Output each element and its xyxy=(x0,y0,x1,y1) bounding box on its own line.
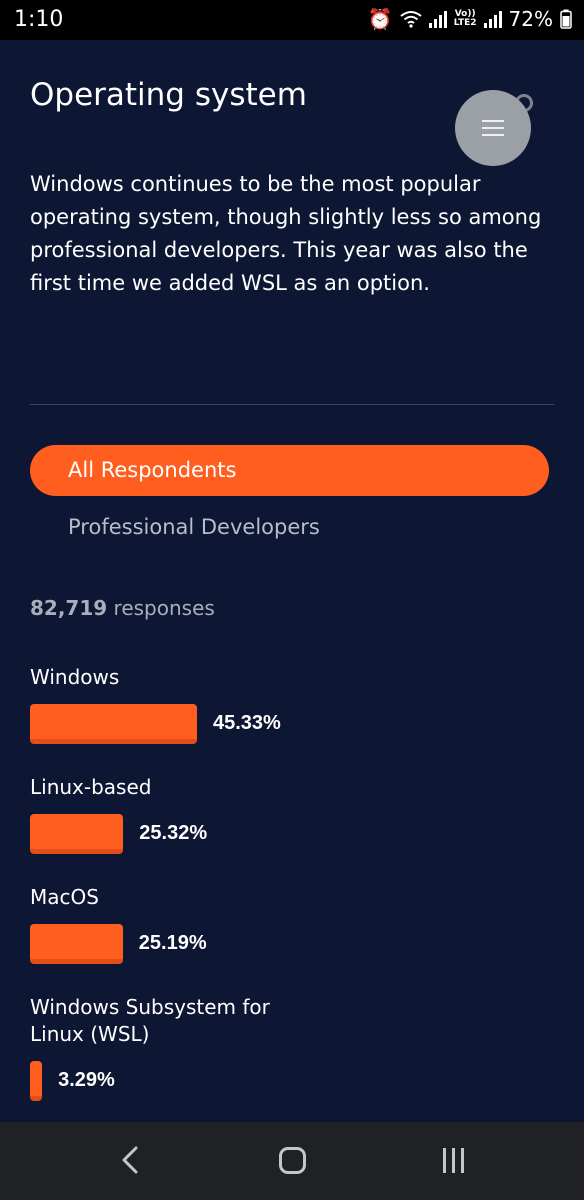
navigation-bar xyxy=(0,1122,584,1200)
bar-row: 25.19% xyxy=(30,924,560,964)
bar-value-label: 3.29% xyxy=(58,1069,115,1091)
recents-icon[interactable] xyxy=(443,1148,464,1173)
bar-value-label: 25.32% xyxy=(139,822,208,844)
os-item: Linux-based 25.32% xyxy=(30,774,560,854)
page-content: Operating system Windows continues to be… xyxy=(0,40,584,1122)
os-item: Windows Subsystem for Linux (WSL) 3.29% xyxy=(30,994,560,1101)
signal-icon xyxy=(428,10,447,28)
page-title: Operating system xyxy=(30,77,307,113)
section-description: Windows continues to be the most popular… xyxy=(30,172,542,295)
alarm-icon: ⏰ xyxy=(367,7,393,31)
bar-row: 3.29% xyxy=(30,1061,560,1101)
bar xyxy=(30,924,123,964)
back-icon[interactable] xyxy=(118,1146,142,1174)
menu-button[interactable] xyxy=(455,90,531,166)
home-icon[interactable] xyxy=(279,1147,306,1174)
battery-label: 72% xyxy=(508,7,553,31)
bar-category-label: Windows xyxy=(30,665,120,689)
os-item: Windows 45.33% xyxy=(30,664,560,744)
signal-icon-2 xyxy=(483,10,502,28)
filter-all-respondents[interactable]: All Respondents xyxy=(30,445,549,496)
filter-professional-developers[interactable]: Professional Developers xyxy=(68,515,320,539)
volte-indicator: Vo)) LTE2 xyxy=(454,10,477,28)
bar xyxy=(30,814,124,854)
os-item: MacOS 25.19% xyxy=(30,884,560,964)
battery-icon xyxy=(560,9,572,29)
status-time: 1:10 xyxy=(14,7,64,32)
divider xyxy=(30,404,554,405)
bar xyxy=(30,704,197,744)
status-bar: 1:10 ⏰ Vo)) LTE2 72% xyxy=(0,0,584,40)
bar-value-label: 25.19% xyxy=(138,932,207,954)
response-count-value: 82,719 xyxy=(30,596,108,620)
response-count-label: responses xyxy=(113,596,215,620)
status-icons: ⏰ Vo)) LTE2 72% xyxy=(368,7,572,31)
wifi-icon xyxy=(400,11,422,28)
bar-value-label: 45.33% xyxy=(213,712,281,734)
bar-category-label: Windows Subsystem for Linux (WSL) xyxy=(30,995,270,1046)
network-label: LTE2 xyxy=(453,18,477,28)
menu-icon xyxy=(482,120,504,136)
bar xyxy=(30,1061,43,1101)
bar-row: 45.33% xyxy=(30,704,560,744)
response-count: 82,719 responses xyxy=(30,596,215,620)
bar-row: 25.32% xyxy=(30,814,560,854)
bar-category-label: MacOS xyxy=(30,885,99,909)
bar-category-label: Linux-based xyxy=(30,775,152,799)
